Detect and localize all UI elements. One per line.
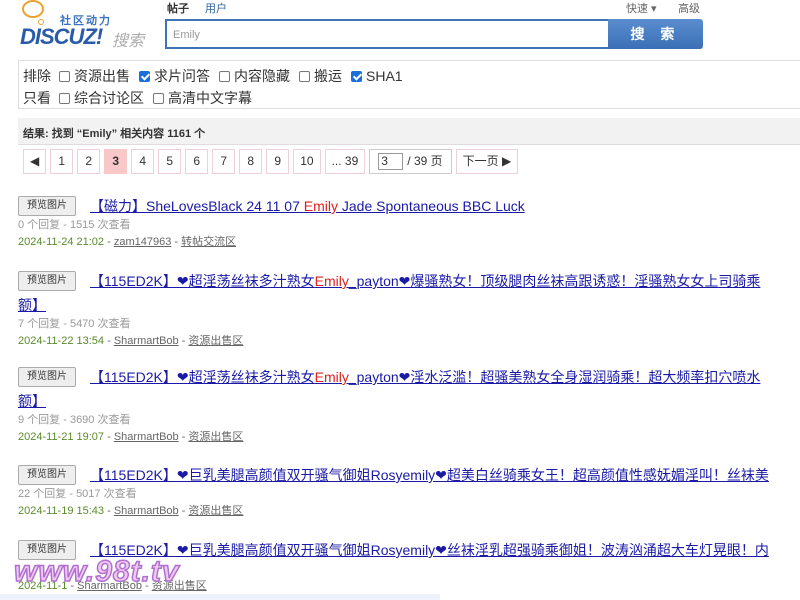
forum-link[interactable]: 资源出售区 <box>188 505 243 517</box>
page-5[interactable]: 5 <box>158 149 182 174</box>
result-stats: 9 个回复 - 3690 次查看 <box>18 414 131 426</box>
preview-image-button[interactable]: 预览图片 <box>18 465 76 485</box>
checkbox-label: 高清中文字幕 <box>168 90 252 106</box>
post-date: 2024-11-22 13:54 <box>18 335 105 347</box>
result-stats: 7 个回复 - 5470 次查看 <box>18 318 131 330</box>
next-page-button[interactable]: 下一页 ▶ <box>455 149 519 174</box>
page-jump: 3/ 39 页 <box>369 149 452 174</box>
bottom-bar <box>0 594 440 600</box>
only-label: 只看 <box>23 90 51 106</box>
checkbox[interactable] <box>219 70 230 82</box>
title-text: 【115ED2K】❤巨乳美腿高颜值双开骚气御姐Rosyemily❤丝袜淫乳超强骑… <box>90 542 769 558</box>
logo-text: DISCUZ! <box>20 24 103 49</box>
title-highlight: Emily <box>314 273 349 289</box>
page-8[interactable]: 8 <box>239 149 263 174</box>
page-3[interactable]: 3 <box>104 149 128 174</box>
page-6[interactable]: 6 <box>185 149 209 174</box>
title-text-rest: Jade Spontaneous BBC Luck <box>337 198 525 214</box>
result-title-continuation[interactable]: 额】 <box>18 295 46 315</box>
tab-users[interactable]: 用户 <box>205 0 227 16</box>
filter-only-0[interactable]: 综合讨论区 <box>59 88 144 108</box>
result-meta: 2024-11-24 21:02 - zam147963 - 转帖交流区 <box>18 236 237 248</box>
checkbox-label: SHA1 <box>366 68 403 84</box>
checkbox-label: 搬运 <box>314 68 342 84</box>
result-meta: 2024-11-21 19:07 - SharmartBob - 资源出售区 <box>18 431 244 443</box>
post-date: 2024-11-21 19:07 <box>18 431 105 443</box>
logo-bubble-icon <box>22 0 44 18</box>
page-2[interactable]: 2 <box>77 149 101 174</box>
checkbox-label: 求片问答 <box>154 68 210 84</box>
result-meta: 2024-11-22 13:54 - SharmartBob - 资源出售区 <box>18 335 244 347</box>
checkbox-label: 内容隐藏 <box>234 68 290 84</box>
search-input[interactable]: Emily <box>165 19 609 49</box>
checkbox[interactable] <box>351 70 362 82</box>
preview-image-button[interactable]: 预览图片 <box>18 196 76 216</box>
page-9[interactable]: 9 <box>266 149 290 174</box>
watermark-logo: www.98t.tv <box>13 554 180 589</box>
title-highlight: Emily <box>303 198 338 214</box>
result-title-link[interactable]: 【115ED2K】❤巨乳美腿高颜值双开骚气御姐Rosyemily❤超美白丝骑乘女… <box>90 465 800 485</box>
page-jump-input[interactable]: 3 <box>378 153 404 170</box>
title-text: 【磁力】SheLovesBlack 24 11 07 <box>90 198 304 214</box>
discuz-logo[interactable]: 社区动力 DISCUZ! 搜索 <box>18 0 148 50</box>
filter-exclude-4[interactable]: SHA1 <box>351 68 403 84</box>
page-1[interactable]: 1 <box>50 149 74 174</box>
author-link[interactable]: zam147963 <box>114 236 172 248</box>
checkbox-label: 综合讨论区 <box>74 90 144 106</box>
advanced-search-link[interactable]: 高级 <box>678 0 700 16</box>
page-4[interactable]: 4 <box>131 149 155 174</box>
forum-link[interactable]: 转帖交流区 <box>181 236 236 248</box>
forum-link[interactable]: 资源出售区 <box>188 431 243 443</box>
post-date: 2024-11-19 15:43 <box>18 505 105 517</box>
title-text: 【115ED2K】❤巨乳美腿高颜值双开骚气御姐Rosyemily❤超美白丝骑乘女… <box>90 467 769 483</box>
prev-page-button[interactable]: ◀ <box>23 149 47 174</box>
pagination: ◀ 1 2 3 4 5 6 7 8 9 10... 39 3/ 39 页下一页 ▶ <box>23 149 519 174</box>
title-text-rest: _payton❤淫水泛滥！超骚美熟女全身湿润骑乘！超大频率扣穴喷水 <box>348 369 761 385</box>
filter-only-1[interactable]: 高清中文字幕 <box>153 88 252 108</box>
author-link[interactable]: SharmartBob <box>114 335 179 347</box>
preview-image-button[interactable]: 预览图片 <box>18 367 76 387</box>
title-text-rest: _payton❤爆骚熟女！顶级腿肉丝袜高跟诱惑！淫骚熟女女上司骑乘 <box>348 273 761 289</box>
page-7[interactable]: 7 <box>212 149 236 174</box>
author-link[interactable]: SharmartBob <box>114 431 179 443</box>
title-highlight: Emily <box>314 369 349 385</box>
post-date: 2024-11-24 21:02 <box>18 236 105 248</box>
result-stats: 0 个回复 - 1515 次查看 <box>18 219 131 231</box>
title-text: 【115ED2K】❤超淫荡丝袜多汁熟女 <box>90 369 315 385</box>
result-stats: 22 个回复 - 5017 次查看 <box>18 488 137 500</box>
filter-exclude-1[interactable]: 求片问答 <box>139 66 210 86</box>
result-title-link[interactable]: 【115ED2K】❤巨乳美腿高颜值双开骚气御姐Rosyemily❤丝袜淫乳超强骑… <box>90 540 800 560</box>
exclude-label: 排除 <box>23 68 51 84</box>
checkbox-label: 资源出售 <box>74 68 130 84</box>
search-button[interactable]: 搜 索 <box>608 19 703 49</box>
filter-exclude-2[interactable]: 内容隐藏 <box>219 66 290 86</box>
checkbox[interactable] <box>59 70 70 82</box>
preview-image-button[interactable]: 预览图片 <box>18 271 76 291</box>
page-10[interactable]: 10 <box>293 149 321 174</box>
checkbox[interactable] <box>299 70 310 82</box>
checkbox[interactable] <box>59 92 70 104</box>
result-title-continuation[interactable]: 额】 <box>18 391 46 411</box>
filter-exclude-0[interactable]: 资源出售 <box>59 66 130 86</box>
result-title-link[interactable]: 【115ED2K】❤超淫荡丝袜多汁熟女Emily_payton❤淫水泛滥！超骚美… <box>90 367 800 387</box>
checkbox[interactable] <box>139 70 150 82</box>
filter-panel: 排除 资源出售 求片问答 内容隐藏 搬运 SHA1 只看 综合讨论区 高清中文字幕 <box>18 60 800 109</box>
logo-search-text: 搜索 <box>112 33 145 50</box>
forum-link[interactable]: 资源出售区 <box>188 335 243 347</box>
result-title-link[interactable]: 【磁力】SheLovesBlack 24 11 07 Emily Jade Sp… <box>90 196 800 216</box>
quick-search-dropdown[interactable]: 快速 ▾ <box>626 0 657 16</box>
result-meta: 2024-11-19 15:43 - SharmartBob - 资源出售区 <box>18 505 244 517</box>
checkbox[interactable] <box>153 92 164 104</box>
author-link[interactable]: SharmartBob <box>114 505 179 517</box>
title-text: 【115ED2K】❤超淫荡丝袜多汁熟女 <box>90 273 315 289</box>
result-summary: 结果: 找到 “Emily” 相关内容 1161 个 <box>18 118 800 145</box>
filter-exclude-3[interactable]: 搬运 <box>299 66 342 86</box>
page-total: / 39 页 <box>407 154 443 168</box>
result-title-link[interactable]: 【115ED2K】❤超淫荡丝袜多汁熟女Emily_payton❤爆骚熟女！顶级腿… <box>90 271 800 291</box>
tab-posts[interactable]: 帖子 <box>167 0 189 16</box>
page-39[interactable]: ... 39 <box>324 149 366 174</box>
